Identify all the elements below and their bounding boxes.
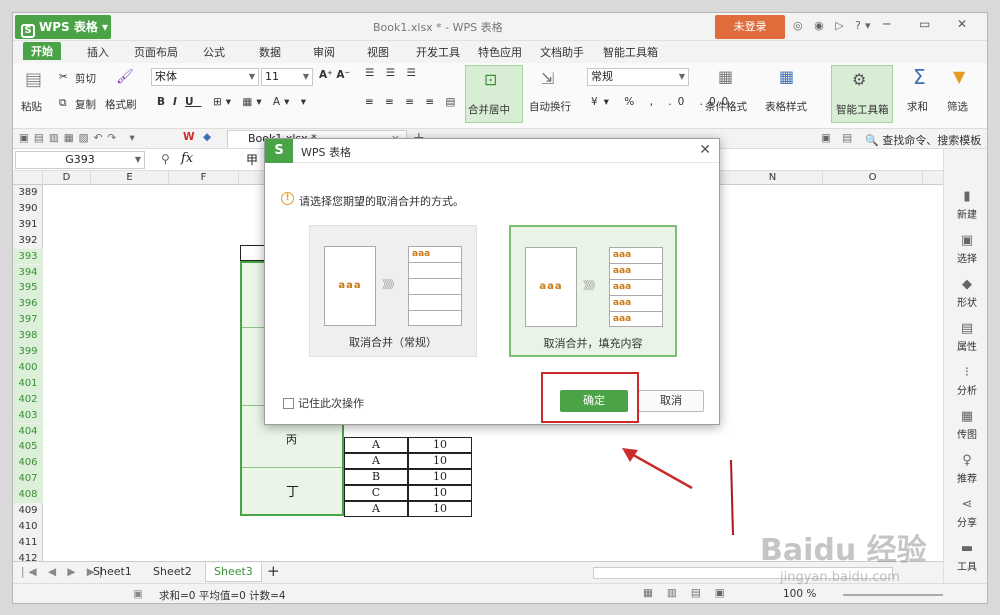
- modal-overlay: S WPS 表格 ✕ ! 请选择您期望的取消合并的方式。 aaa 》》》 aaa…: [0, 0, 1000, 615]
- annotation-stroke: [730, 459, 734, 536]
- annotation-drawing: [622, 448, 734, 536]
- annotation-arrow-line: [627, 450, 693, 490]
- watermark-logo: Baidu 经验: [760, 533, 927, 568]
- watermark-url: jingyan.baidu.com: [780, 570, 900, 585]
